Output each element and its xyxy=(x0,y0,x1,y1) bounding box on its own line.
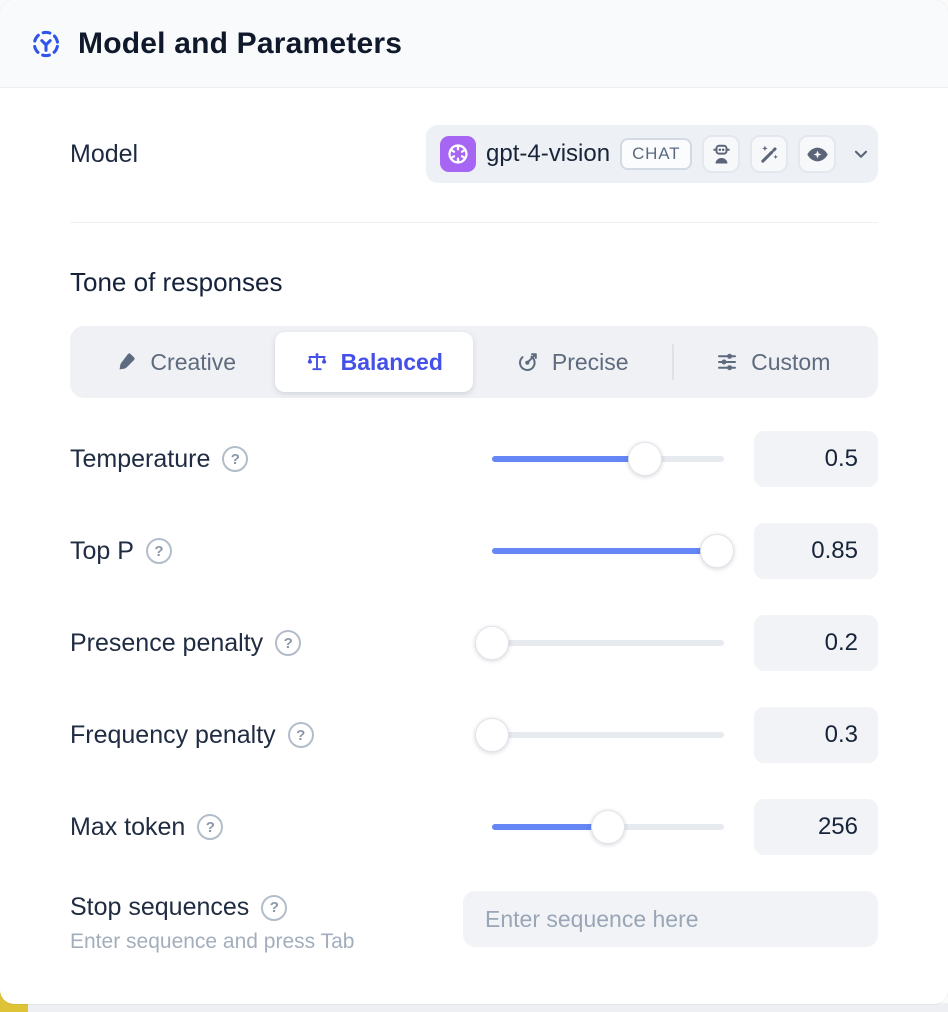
tone-tab-label: Custom xyxy=(751,349,830,376)
tone-segmented-control: Creative Balanced Precise Custom xyxy=(70,326,878,398)
max-token-row: Max token? xyxy=(70,799,878,855)
model-parameters-icon xyxy=(30,28,62,60)
help-icon[interactable]: ? xyxy=(197,814,223,840)
stop-sequences-label: Stop sequences xyxy=(70,893,249,922)
stop-sequences-row: Stop sequences ? Enter sequence and pres… xyxy=(70,891,878,1002)
tone-tab-creative[interactable]: Creative xyxy=(76,332,275,392)
top-p-label-wrap: Top P? xyxy=(70,537,492,566)
chevron-down-icon xyxy=(850,143,872,165)
frequency-penalty-slider[interactable] xyxy=(492,718,724,752)
frequency-penalty-label: Frequency penalty xyxy=(70,721,276,750)
presence-penalty-label: Presence penalty xyxy=(70,629,263,658)
top-p-row: Top P? xyxy=(70,523,878,579)
scales-icon xyxy=(305,350,329,374)
tone-tab-label: Balanced xyxy=(341,349,443,376)
target-icon xyxy=(516,350,540,374)
model-row: Model gpt-4-vision CHAT xyxy=(70,125,878,183)
max-token-label-wrap: Max token? xyxy=(70,813,492,842)
page-title: Model and Parameters xyxy=(78,27,402,61)
slider-thumb[interactable] xyxy=(700,534,734,568)
top-p-slider[interactable] xyxy=(492,534,724,568)
slider-track[interactable] xyxy=(492,548,724,554)
settings-card: Model and Parameters Model xyxy=(0,0,948,1004)
paintbrush-icon xyxy=(114,350,138,374)
presence-penalty-label-wrap: Presence penalty? xyxy=(70,629,492,658)
vision-eye-icon xyxy=(798,135,836,173)
frequency-penalty-label-wrap: Frequency penalty? xyxy=(70,721,492,750)
section-divider xyxy=(70,222,878,223)
slider-track[interactable] xyxy=(492,732,724,738)
help-icon[interactable]: ? xyxy=(288,722,314,748)
card-header: Model and Parameters xyxy=(0,0,948,88)
slider-thumb[interactable] xyxy=(628,442,662,476)
help-icon[interactable]: ? xyxy=(261,895,287,921)
selected-model-name: gpt-4-vision xyxy=(486,140,610,168)
slider-thumb[interactable] xyxy=(591,810,625,844)
presence-penalty-value-input[interactable] xyxy=(754,615,878,671)
frequency-penalty-row: Frequency penalty? xyxy=(70,707,878,763)
frequency-penalty-value-input[interactable] xyxy=(754,707,878,763)
tone-tab-label: Precise xyxy=(552,349,629,376)
card-content: Model gpt-4-vision CHAT xyxy=(0,125,948,1002)
temperature-value-input[interactable] xyxy=(754,431,878,487)
slider-fill xyxy=(492,548,717,554)
temperature-slider[interactable] xyxy=(492,442,724,476)
model-select-dropdown[interactable]: gpt-4-vision CHAT xyxy=(426,125,878,183)
help-icon[interactable]: ? xyxy=(146,538,172,564)
stop-sequences-label-block: Stop sequences ? Enter sequence and pres… xyxy=(70,891,463,954)
openai-logo xyxy=(440,136,476,172)
temperature-row: Temperature? xyxy=(70,431,878,487)
model-parameters-panel: Model and Parameters Model xyxy=(0,0,948,1012)
presence-penalty-row: Presence penalty? xyxy=(70,615,878,671)
max-token-value-input[interactable] xyxy=(754,799,878,855)
max-token-slider[interactable] xyxy=(492,810,724,844)
sliders-icon xyxy=(715,350,739,374)
presence-penalty-slider[interactable] xyxy=(492,626,724,660)
model-label: Model xyxy=(70,140,138,169)
magic-wand-icon xyxy=(750,135,788,173)
tone-tab-balanced[interactable]: Balanced xyxy=(275,332,474,392)
page-background-strip xyxy=(0,1003,948,1012)
robot-icon xyxy=(702,135,740,173)
max-token-label: Max token xyxy=(70,813,185,842)
temperature-label: Temperature xyxy=(70,445,210,474)
stop-sequences-helper: Enter sequence and press Tab xyxy=(70,930,463,954)
slider-thumb[interactable] xyxy=(475,626,509,660)
top-p-value-input[interactable] xyxy=(754,523,878,579)
parameters-section: Temperature?Top P?Presence penalty?Frequ… xyxy=(70,431,878,855)
help-icon[interactable]: ? xyxy=(222,446,248,472)
slider-track[interactable] xyxy=(492,456,724,462)
stop-sequence-input[interactable] xyxy=(463,891,878,947)
tone-tab-label: Creative xyxy=(150,349,236,376)
slider-track[interactable] xyxy=(492,640,724,646)
temperature-label-wrap: Temperature? xyxy=(70,445,492,474)
model-type-badge: CHAT xyxy=(620,138,692,170)
slider-thumb[interactable] xyxy=(475,718,509,752)
help-icon[interactable]: ? xyxy=(275,630,301,656)
tone-tab-precise[interactable]: Precise xyxy=(473,332,672,392)
slider-fill xyxy=(492,456,645,462)
tone-tab-custom[interactable]: Custom xyxy=(674,332,873,392)
top-p-label: Top P xyxy=(70,537,134,566)
tone-heading: Tone of responses xyxy=(70,267,878,298)
